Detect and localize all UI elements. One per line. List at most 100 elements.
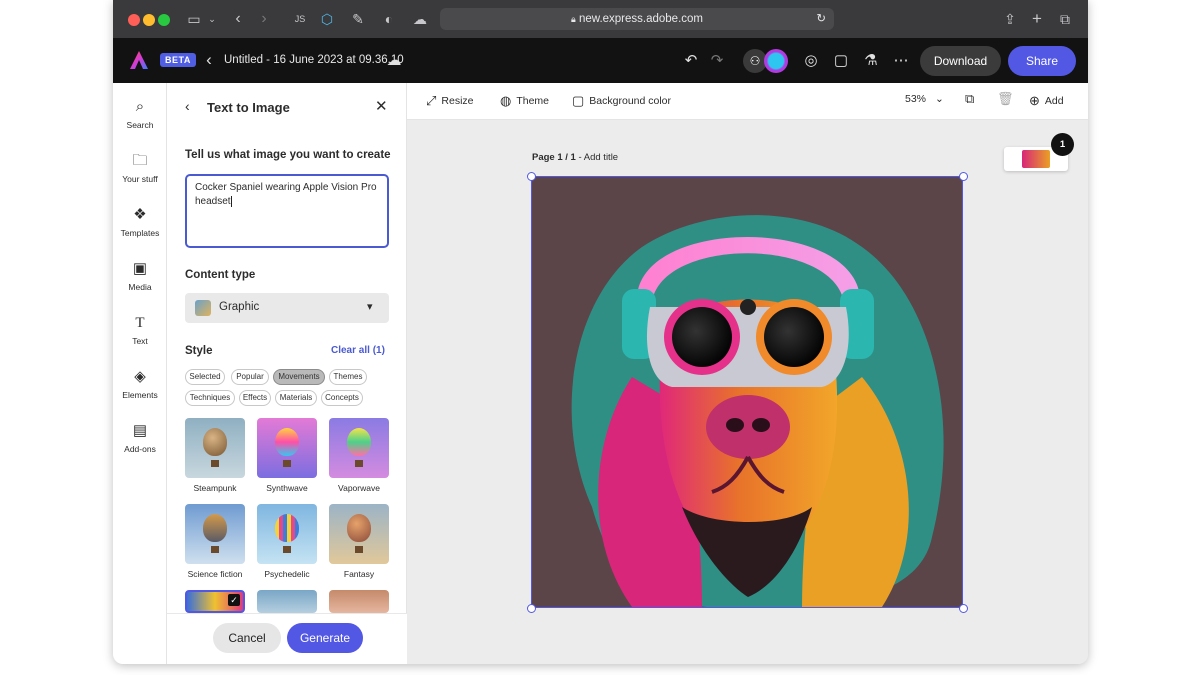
canvas-toolbar: ⤢ Resize ◍ Theme ▢ Background color 53% ⌄ ⧉… (407, 83, 1088, 120)
comment-icon[interactable]: ▢ (830, 50, 852, 72)
download-button[interactable]: Download (920, 46, 1001, 76)
close-window-button[interactable] (128, 14, 140, 26)
basket-icon (283, 460, 291, 467)
tile-label: Science fiction (187, 569, 243, 579)
style-tile-synthwave[interactable] (257, 418, 317, 478)
style-tile[interactable] (329, 590, 389, 613)
rail-item-templates[interactable]: ❖ Templates (113, 205, 167, 249)
signature-extension-icon[interactable]: ✎ (348, 9, 368, 29)
templates-icon: ❖ (133, 206, 147, 223)
zoom-select[interactable]: 53% ⌄ (905, 93, 944, 105)
reload-icon[interactable]: ↻ (816, 8, 826, 30)
chip-movements[interactable]: Movements (273, 369, 325, 385)
flask-icon[interactable]: ⚗ (860, 50, 882, 72)
resize-handle[interactable] (959, 172, 968, 181)
undo-icon[interactable]: ↶ (680, 50, 702, 72)
rail-label: Search (126, 120, 154, 130)
chip-popular[interactable]: Popular (231, 369, 269, 385)
style-label: Style (185, 345, 213, 357)
prompt-text: Cocker Spaniel wearing Apple Vision Pro … (195, 182, 377, 207)
zoom-window-button[interactable] (158, 14, 170, 26)
balloon-icon (347, 428, 371, 456)
style-tile-fantasy[interactable] (329, 504, 389, 564)
add-title-text: - Add title (575, 152, 619, 163)
chip-materials[interactable]: Materials (275, 390, 317, 406)
sidebar-toggle-icon[interactable]: ▭ (185, 9, 203, 29)
share-sheet-icon[interactable]: ⇪ (1001, 9, 1019, 29)
new-tab-icon[interactable]: + (1028, 9, 1046, 29)
rail-item-addons[interactable]: ▤ Add-ons (113, 421, 167, 465)
chip-selected[interactable]: Selected (185, 369, 225, 385)
style-tile-selected[interactable]: ✓ (185, 590, 245, 613)
chip-techniques[interactable]: Techniques (185, 390, 235, 406)
minimize-window-button[interactable] (143, 14, 155, 26)
style-tile-psychedelic[interactable] (257, 504, 317, 564)
chevron-down-icon[interactable]: ⌄ (206, 9, 218, 29)
cube-extension-icon[interactable]: ⬡ (318, 9, 336, 29)
lightbulb-icon[interactable]: ◎ (800, 50, 822, 72)
document-title[interactable]: Untitled - 16 June 2023 at 09.36.10 (224, 54, 404, 66)
chip-effects[interactable]: Effects (239, 390, 271, 406)
redo-icon[interactable]: ↷ (706, 50, 728, 72)
cloud-extension-icon[interactable]: ☁ (410, 9, 430, 29)
share-button[interactable]: Share (1008, 46, 1076, 76)
elements-icon: ◈ (134, 368, 146, 385)
style-tile-science-fiction[interactable] (185, 504, 245, 564)
resize-handle[interactable] (527, 604, 536, 613)
generated-image[interactable] (531, 176, 963, 608)
generate-button[interactable]: Generate (287, 623, 363, 653)
cloud-sync-icon[interactable]: ☁ (383, 50, 405, 72)
content-type-label: Content type (185, 269, 256, 281)
back-arrow-icon[interactable]: ‹ (230, 9, 246, 29)
rail-item-media[interactable]: ▣ Media (113, 259, 167, 303)
duplicate-page-icon[interactable]: ⧉ (965, 91, 974, 107)
prompt-textarea[interactable]: Cocker Spaniel wearing Apple Vision Pro … (185, 174, 389, 248)
tile-label: Fantasy (343, 569, 375, 579)
resize-handle[interactable] (959, 604, 968, 613)
background-color-button[interactable]: ▢ Background color (572, 93, 671, 109)
shield-extension-icon[interactable]: ◐ (380, 9, 398, 29)
clear-all-link[interactable]: Clear all (1) (331, 345, 385, 356)
rail-label: Your stuff (122, 174, 158, 184)
close-icon[interactable]: ✕ (375, 97, 388, 115)
cancel-button[interactable]: Cancel (213, 623, 281, 653)
basket-icon (355, 460, 363, 467)
rail-item-your-stuff[interactable]: 🗀︎ Your stuff (113, 151, 167, 195)
balloon-icon (275, 514, 299, 542)
balloon-icon (347, 514, 371, 542)
rail-item-elements[interactable]: ◈ Elements (113, 367, 167, 411)
delete-icon[interactable]: 🗑︎ (997, 91, 1014, 107)
chip-themes[interactable]: Themes (329, 369, 367, 385)
add-page-button[interactable]: ⊕ Add (1029, 93, 1064, 109)
style-tile[interactable] (257, 590, 317, 613)
rail-item-text[interactable]: T Text (113, 313, 167, 357)
rail-label: Elements (122, 390, 158, 400)
lock-icon: 🔒︎ (570, 14, 576, 24)
cocker-spaniel-illustration (571, 215, 944, 607)
adobe-express-logo-icon[interactable] (129, 50, 149, 70)
rail-item-search[interactable]: ⌕ Search (113, 97, 167, 141)
forward-arrow-icon[interactable]: › (256, 9, 272, 29)
resize-button[interactable]: ⤢ Resize (426, 93, 474, 109)
media-icon: ▣ (132, 260, 148, 277)
back-chevron-icon[interactable]: ‹ (198, 49, 220, 71)
theme-button[interactable]: ◍ Theme (500, 93, 549, 109)
style-tile-steampunk[interactable] (185, 418, 245, 478)
resize-handle[interactable] (527, 172, 536, 181)
avatar[interactable] (764, 49, 788, 73)
content-type-value: Graphic (219, 301, 260, 313)
page-number: Page 1 / 1 (532, 152, 576, 163)
style-tile-vaporwave[interactable] (329, 418, 389, 478)
page-title[interactable]: Page 1 / 1 - Add title (532, 152, 618, 163)
balloon-icon (203, 514, 227, 542)
basket-icon (211, 546, 219, 553)
chip-concepts[interactable]: Concepts (321, 390, 363, 406)
address-bar[interactable]: 🔒︎ new.express.adobe.com ↻ (440, 8, 834, 30)
back-chevron-icon[interactable]: ‹ (185, 98, 190, 114)
checkmark-icon: ✓ (228, 594, 240, 606)
javascript-extension-icon[interactable]: JS (291, 9, 309, 29)
tile-label: Steampunk (193, 483, 237, 493)
content-type-select[interactable]: Graphic ▾ (185, 293, 389, 323)
more-options-icon[interactable]: ⋯ (890, 50, 912, 72)
tab-overview-icon[interactable]: ⧉ (1056, 9, 1074, 29)
